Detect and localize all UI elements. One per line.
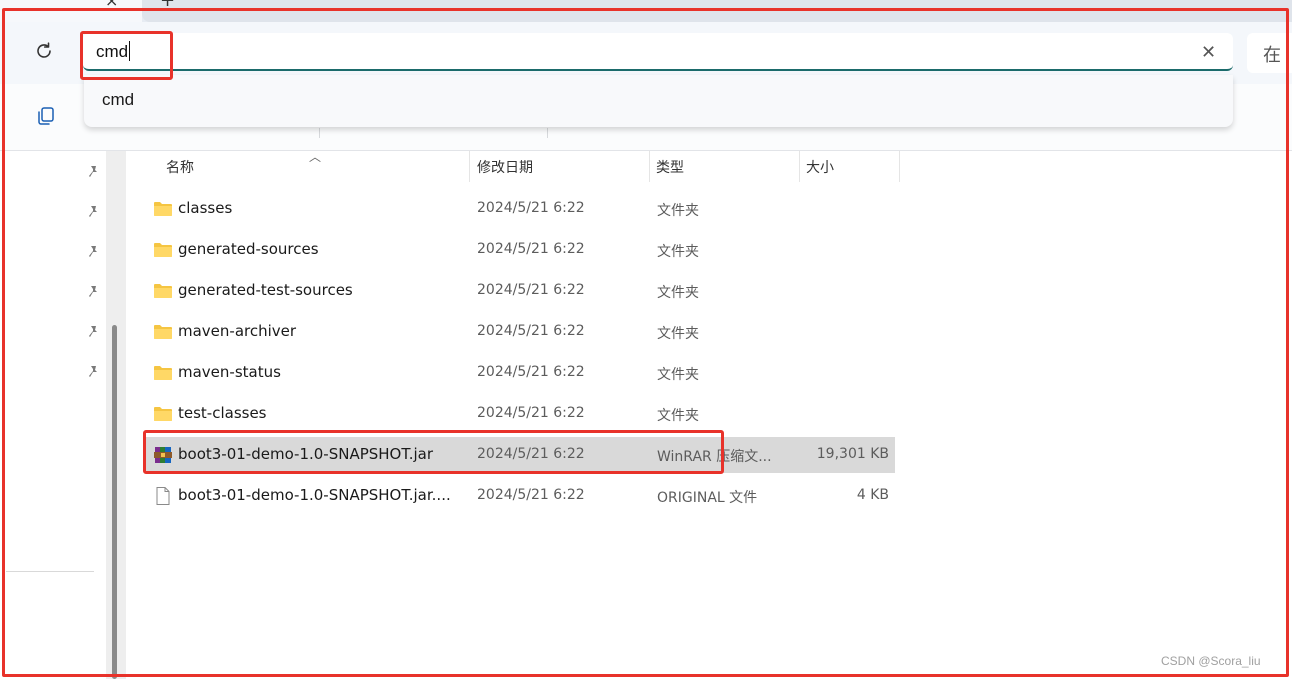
annotation-box-jar: [143, 430, 724, 474]
watermark: CSDN @Scora_liu: [1161, 654, 1261, 668]
annotation-box-window: [2, 8, 1289, 677]
annotation-box-address: [80, 31, 173, 80]
